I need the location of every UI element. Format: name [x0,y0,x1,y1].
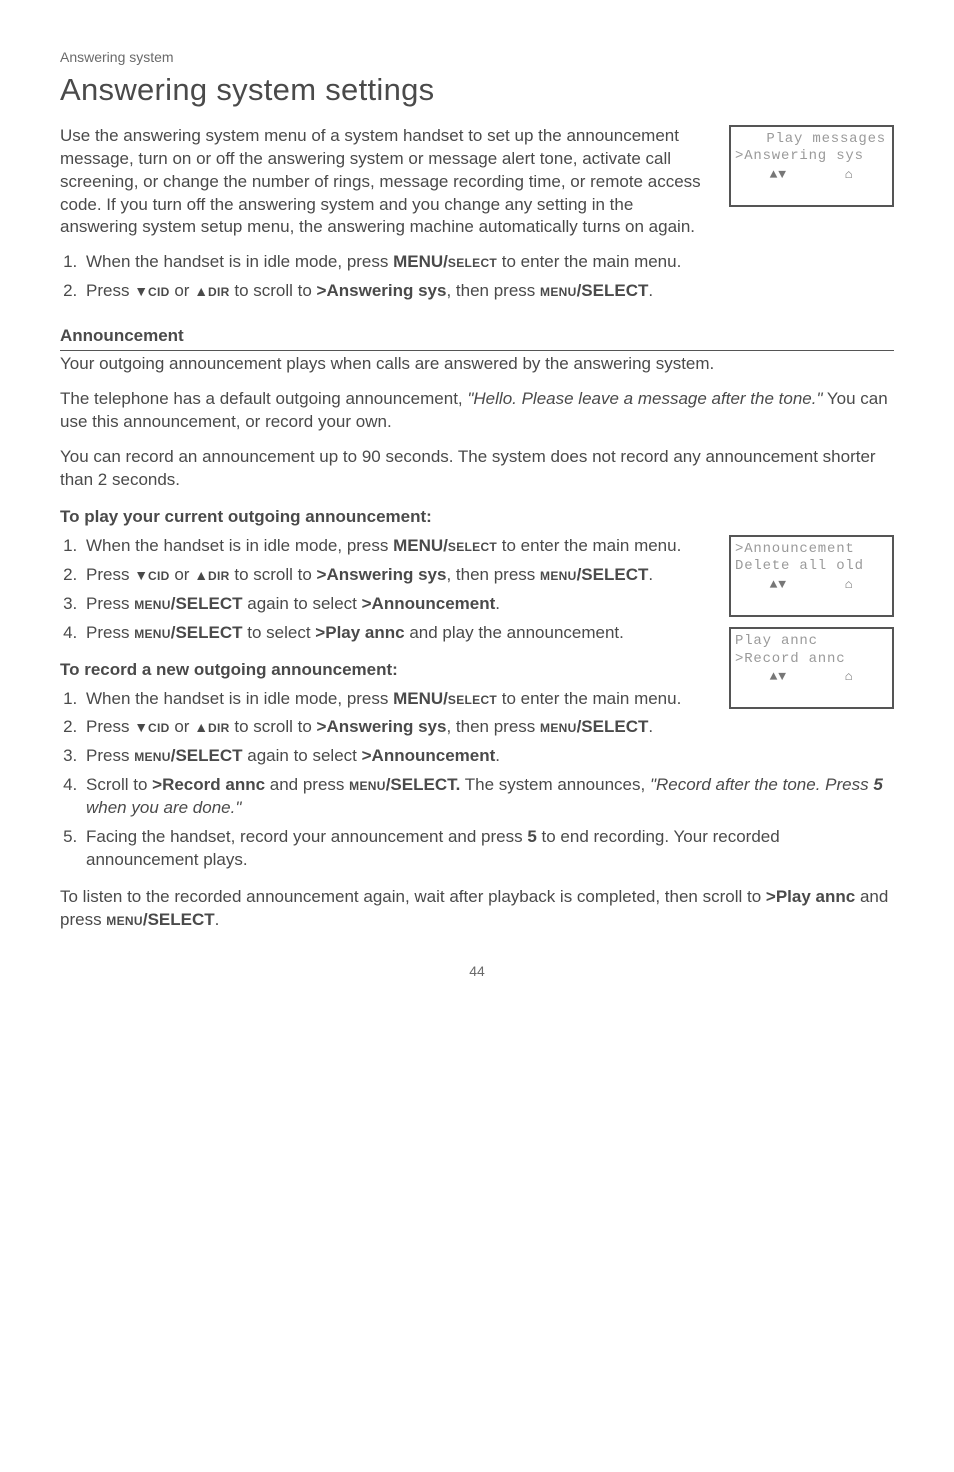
tail-paragraph: To listen to the recorded announcement a… [60,886,894,932]
step: Facing the handset, record your announce… [82,826,894,872]
paragraph: You can record an announcement up to 90 … [60,446,894,492]
down-arrow-icon [134,281,148,300]
step: When the handset is in idle mode, press … [82,251,894,274]
updown-icon: ▲▼ [770,577,787,593]
up-arrow-icon [194,717,208,736]
up-arrow-icon [194,565,208,584]
lcd-line: >Record annc [735,651,888,669]
down-arrow-icon [134,717,148,736]
lcd-line: >Announcement [735,541,888,559]
announcement-heading: Announcement [60,325,894,351]
step: Scroll to >Record annc and press menu/SE… [82,774,894,820]
lcd-screen-2: >Announcement Delete all old ▲▼ ⌂ [729,535,894,617]
page-title: Answering system settings [60,69,894,111]
paragraph: Your outgoing announcement plays when ca… [60,353,894,376]
updown-icon: ▲▼ [770,669,787,685]
lcd-screen-3: Play annc >Record annc ▲▼ ⌂ [729,627,894,709]
step: Press cid or dir to scroll to >Answering… [82,280,894,303]
down-arrow-icon [134,565,148,584]
battery-icon: ⌂ [845,669,854,685]
battery-icon: ⌂ [845,167,854,183]
up-arrow-icon [194,281,208,300]
step: Press cid or dir to scroll to >Answering… [82,716,894,739]
page-number: 44 [60,962,894,981]
lcd-screen-1: Play messages >Answering sys ▲▼ ⌂ [729,125,894,207]
battery-icon: ⌂ [845,577,854,593]
lcd-line: >Answering sys [735,148,888,166]
step: Press menu/SELECT again to select >Annou… [82,745,894,768]
lcd-line: Play messages [735,131,888,149]
section-label: Answering system [60,48,894,67]
lcd-line: Play annc [735,633,888,651]
updown-icon: ▲▼ [770,167,787,183]
play-heading: To play your current outgoing announceme… [60,506,894,529]
lcd-line: Delete all old [735,558,888,576]
main-steps: When the handset is in idle mode, press … [60,251,894,303]
paragraph: The telephone has a default outgoing ann… [60,388,894,434]
